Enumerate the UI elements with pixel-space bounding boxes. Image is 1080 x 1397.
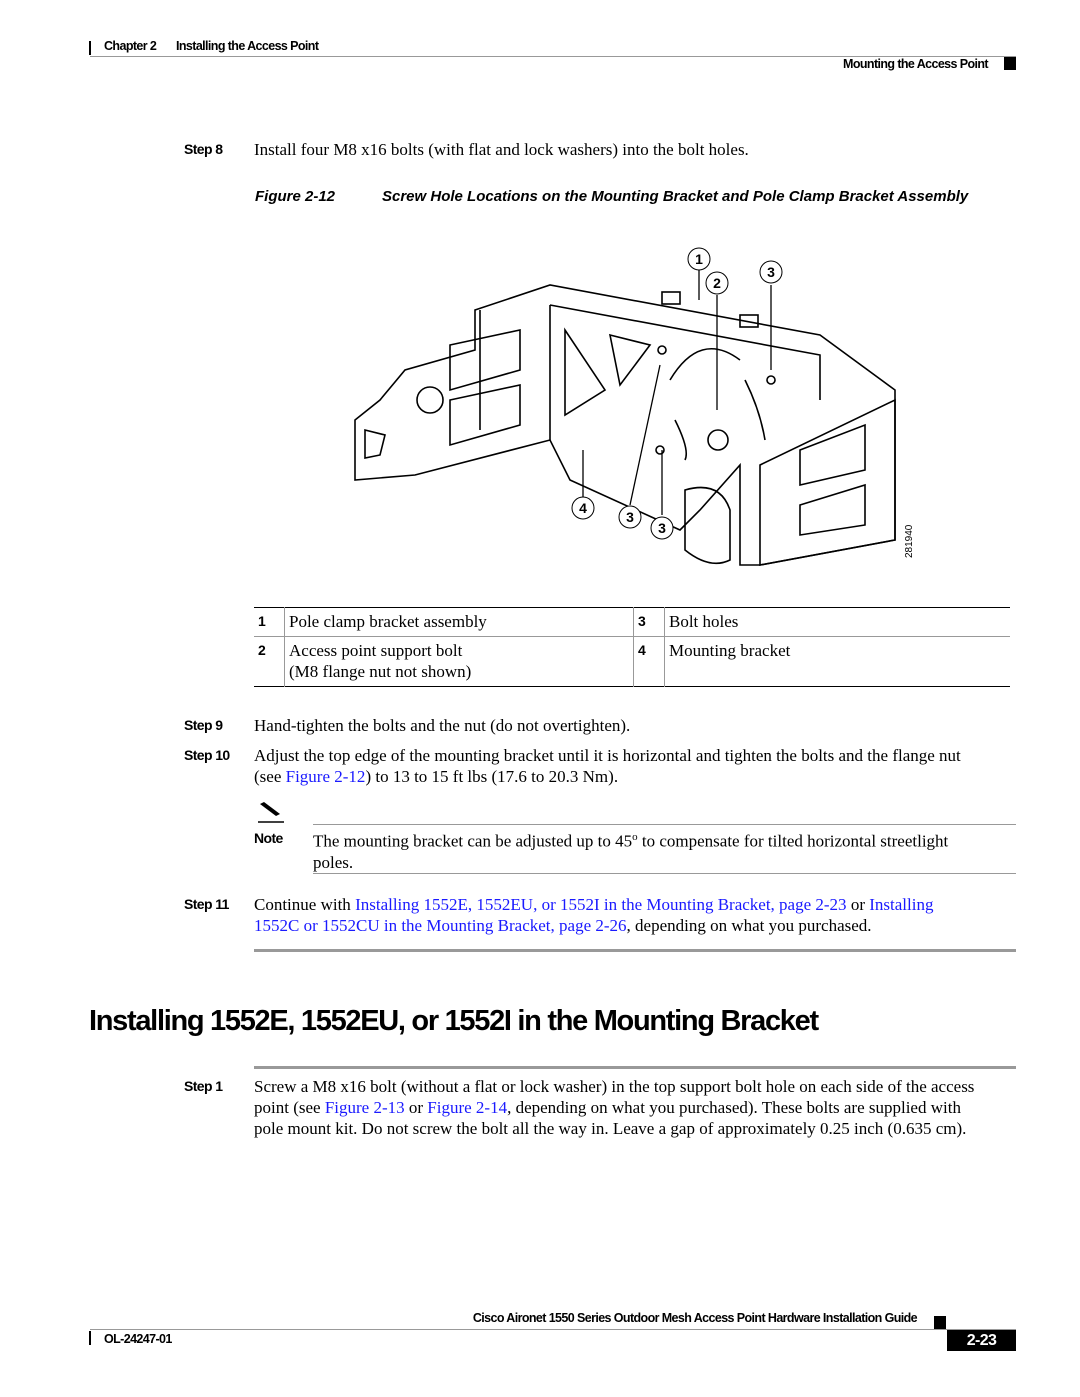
section-link[interactable]: Installing — [869, 895, 933, 914]
step-text: Screw a M8 x16 bolt (without a flat or l… — [254, 1077, 975, 1138]
section-rule — [254, 1066, 1016, 1069]
page-number: 2-23 — [947, 1330, 1016, 1351]
footer-guide-title: Cisco Aironet 1550 Series Outdoor Mesh A… — [472, 1311, 918, 1325]
header-section: Mounting the Access Point — [843, 57, 989, 71]
note-label: Note — [254, 830, 283, 846]
svg-text:3: 3 — [658, 520, 666, 536]
step-label: Step 10 — [184, 747, 230, 763]
figure-title: Screw Hole Locations on the Mounting Bra… — [382, 188, 969, 205]
table-row: 1 Pole clamp bracket assembly 3 Bolt hol… — [254, 607, 1010, 637]
svg-text:1: 1 — [695, 251, 703, 267]
footer-rule — [90, 1329, 1016, 1330]
callout-3: 3 — [650, 516, 674, 540]
svg-text:2: 2 — [713, 275, 721, 291]
step-label: Step 9 — [184, 717, 223, 733]
bracket-figure: 1 2 3 3 3 4 281940 — [354, 247, 915, 566]
svg-text:4: 4 — [579, 500, 587, 516]
note-bottom-rule — [313, 873, 1016, 874]
figure-link[interactable]: Figure 2-12 — [286, 767, 366, 786]
step-text: Hand-tighten the bolts and the nut (do n… — [254, 716, 631, 735]
svg-text:3: 3 — [626, 509, 634, 525]
footer-block — [934, 1316, 946, 1329]
header-marker — [89, 41, 91, 55]
figure-link[interactable]: Figure 2-14 — [427, 1098, 507, 1117]
callout-leaders — [582, 270, 772, 515]
callout-3: 3 — [759, 260, 783, 284]
step-label: Step 1 — [184, 1078, 223, 1094]
note-text: The mounting bracket can be adjusted up … — [313, 831, 949, 872]
figure-link[interactable]: Figure 2-13 — [325, 1098, 405, 1117]
svg-text:3: 3 — [767, 264, 775, 280]
figure-number: Figure 2-12 — [255, 188, 336, 205]
section-heading: Installing 1552E, 1552EU, or 1552I in th… — [89, 1005, 819, 1037]
callout-2: 2 — [705, 271, 729, 295]
step-label: Step 11 — [184, 896, 229, 912]
step-label: Step 8 — [184, 141, 223, 157]
step-text: Install four M8 x16 bolts (with flat and… — [254, 140, 749, 159]
section-link[interactable]: Installing 1552E, 1552EU, or 1552I in th… — [355, 895, 847, 914]
header-chapter-title: Installing the Access Point — [176, 39, 319, 53]
callout-1: 1 — [687, 247, 711, 271]
callout-4: 4 — [571, 496, 595, 520]
section-link[interactable]: 1552C or 1552CU in the Mounting Bracket,… — [254, 916, 627, 935]
note-pencil-icon — [258, 802, 284, 823]
note-top-rule — [313, 824, 1016, 825]
table-row: 2 Access point support bolt (M8 flange nu… — [254, 636, 1010, 687]
header-block — [1004, 57, 1016, 70]
document-page: Chapter 2 Installing the Access Point Mo… — [0, 0, 1080, 1397]
footer-doc-id: OL-24247-01 — [104, 1332, 172, 1346]
step-text: Adjust the top edge of the mounting brac… — [254, 746, 961, 786]
step-text: Continue with Installing 1552E, 1552EU, … — [254, 895, 934, 935]
procedure-end-rule — [254, 949, 1016, 952]
header-chapter: Chapter 2 — [104, 39, 157, 53]
callout-3: 3 — [618, 505, 642, 529]
art-id: 281940 — [904, 524, 915, 558]
figure-legend-table: 1 Pole clamp bracket assembly 3 Bolt hol… — [254, 607, 1010, 687]
footer-marker — [89, 1331, 91, 1345]
